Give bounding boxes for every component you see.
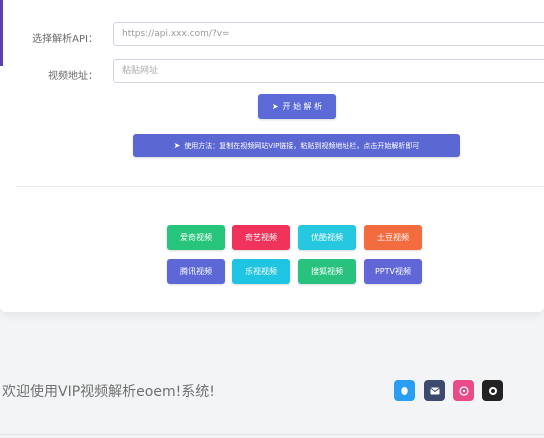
github-icon[interactable] <box>482 380 503 401</box>
parser-card: 选择解析API： 视频地址： ➤ 开 始 解 析 ➤ 使用方法：复制在视频网站V… <box>0 0 544 312</box>
mail-icon-glyph <box>429 387 440 394</box>
platform-label: 土豆视频 <box>377 233 409 242</box>
platform-button-iqiyi[interactable]: 爱奇视频 <box>167 225 225 250</box>
divider <box>16 186 544 187</box>
api-input[interactable] <box>113 22 544 46</box>
platform-label: 优酷视频 <box>311 233 343 242</box>
platform-button-tencent[interactable]: 腾讯视频 <box>167 259 225 284</box>
platform-label: PPTV视频 <box>374 267 411 276</box>
qq-icon[interactable] <box>394 380 415 401</box>
platform-button-sohu[interactable]: 搜狐视频 <box>298 259 356 284</box>
api-label: 选择解析API： <box>32 34 98 45</box>
platform-button-tudou[interactable]: 土豆视频 <box>364 225 422 250</box>
platform-button-letv[interactable]: 乐视视频 <box>232 259 290 284</box>
dribbble-icon[interactable] <box>453 380 474 401</box>
send-icon: ➤ <box>173 141 181 150</box>
platform-label: 奇艺视频 <box>245 233 277 242</box>
video-url-input[interactable] <box>113 59 544 83</box>
platform-label: 爱奇视频 <box>180 233 212 242</box>
send-icon: ➤ <box>271 102 279 111</box>
platform-label: 乐视视频 <box>245 267 277 276</box>
dribbble-icon-glyph <box>458 385 469 396</box>
footer-welcome-text: 欢迎使用VIP视频解析eoem!系统! <box>2 384 215 400</box>
github-icon-glyph <box>488 386 497 395</box>
accent-bar <box>0 0 3 66</box>
platform-button-qiyi[interactable]: 奇艺视频 <box>232 225 290 250</box>
footer-divider <box>0 434 544 435</box>
platform-button-pptv[interactable]: PPTV视频 <box>364 259 422 284</box>
usage-instructions-label: 使用方法：复制在视频网站VIP链接，粘贴到视频地址栏，点击开始解析即可 <box>184 141 420 150</box>
qq-icon-glyph <box>401 386 408 395</box>
video-url-label: 视频地址： <box>48 71 98 82</box>
platform-label: 腾讯视频 <box>180 267 212 276</box>
platform-button-youku[interactable]: 优酷视频 <box>298 225 356 250</box>
start-parse-label: 开 始 解 析 <box>282 102 323 111</box>
start-parse-button[interactable]: ➤ 开 始 解 析 <box>258 94 336 119</box>
mail-icon[interactable] <box>424 380 445 401</box>
usage-instructions-button[interactable]: ➤ 使用方法：复制在视频网站VIP链接，粘贴到视频地址栏，点击开始解析即可 <box>133 134 460 157</box>
platform-label: 搜狐视频 <box>311 267 343 276</box>
